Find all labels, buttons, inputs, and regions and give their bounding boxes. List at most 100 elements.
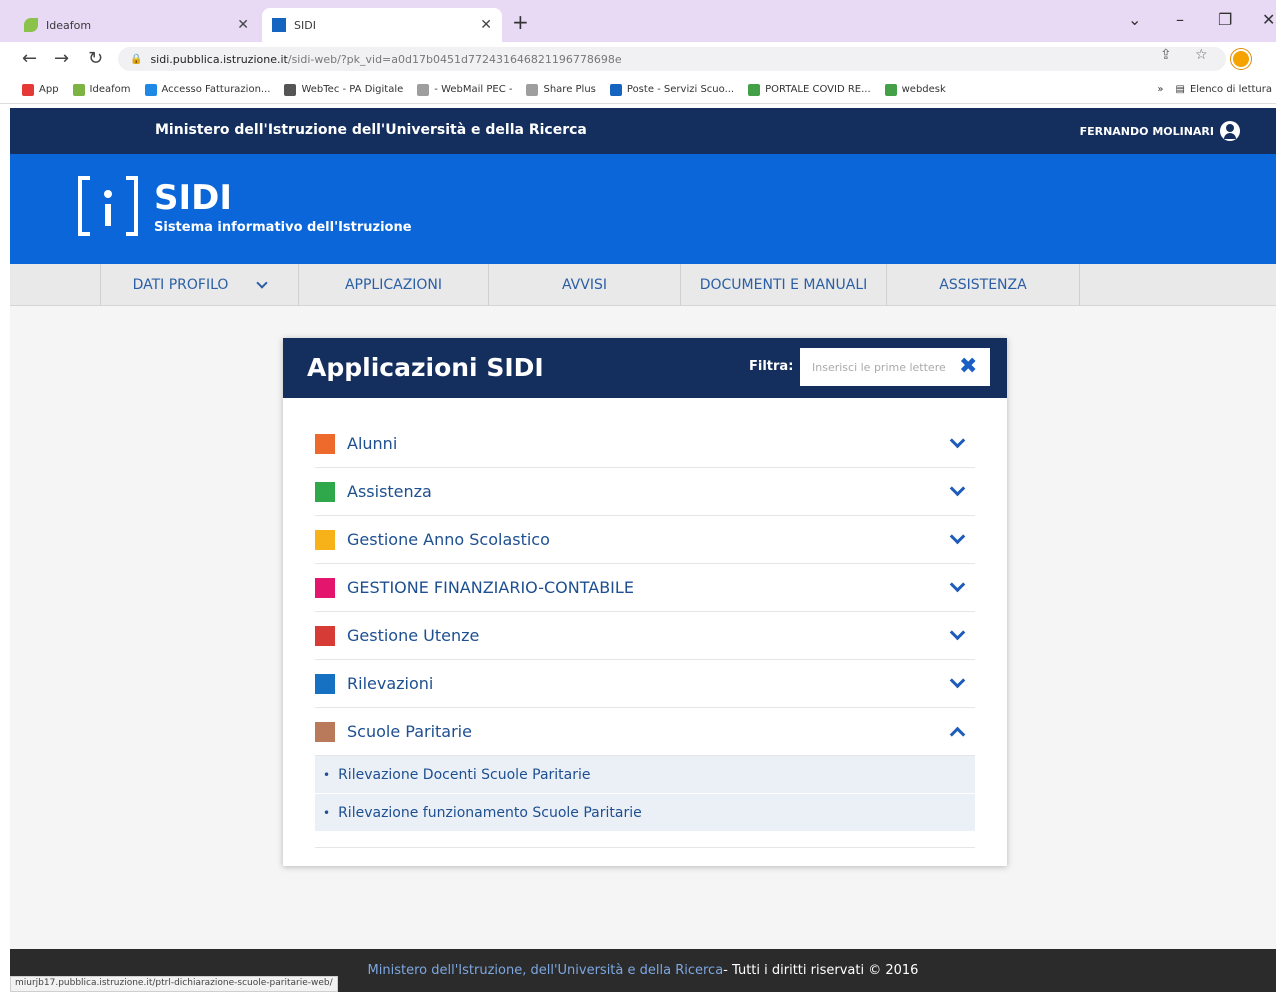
category-label: Alunni [347, 434, 398, 453]
user-icon [1220, 121, 1240, 141]
share-icon[interactable]: ⇪ [1160, 47, 1172, 63]
minimize-icon[interactable]: – [1176, 10, 1184, 29]
url-host: sidi.pubblica.istruzione.it [150, 52, 288, 66]
chevron-down-icon[interactable] [949, 432, 966, 449]
bookmark-label: App [39, 84, 59, 95]
bookmark-icon [526, 83, 539, 96]
bookmark-star-icon[interactable]: ☆ [1195, 47, 1208, 63]
subitem-label: Rilevazione funzionamento Scuole Paritar… [338, 804, 642, 821]
bookmark-icon [417, 83, 430, 96]
reading-list[interactable]: » ▤ Elenco di lettura [1157, 84, 1272, 95]
bullet-icon: • [323, 805, 331, 820]
tab-sidi[interactable]: SIDI ✕ [262, 8, 502, 42]
chevron-down-icon[interactable] [949, 624, 966, 641]
close-icon[interactable]: ✕ [480, 17, 492, 33]
applications-list: Alunni Assistenza Gestione Anno Scolastico… [315, 420, 975, 848]
bookmark-label: PORTALE COVID RE... [765, 84, 871, 95]
address-bar[interactable]: 🔒 sidi.pubblica.istruzione.it/sidi-web/?… [118, 47, 1226, 71]
bookmark-icon [748, 83, 761, 96]
reading-list-icon: ▤ [1175, 84, 1185, 95]
app-category-row[interactable]: Assistenza [315, 468, 975, 516]
category-color-square [315, 625, 335, 646]
user-name: FERNANDO MOLINARI [1079, 124, 1214, 138]
tab-search-icon[interactable]: ⌄ [1128, 10, 1141, 29]
forward-icon[interactable]: → [54, 48, 69, 69]
menu-item-label: AVVISI [562, 277, 607, 293]
bookmark-item[interactable]: WebTec - PA Digitale [284, 83, 403, 96]
bookmark-item[interactable]: webdesk [884, 83, 946, 96]
bookmark-item[interactable]: Ideafom [72, 83, 131, 96]
sidi-favicon-icon [272, 18, 286, 32]
bookmark-icon [22, 83, 34, 96]
chevron-down-icon[interactable] [949, 672, 966, 689]
reload-icon[interactable]: ↻ [88, 48, 103, 69]
sidi-logo-icon[interactable] [76, 174, 140, 238]
bookmark-icon [884, 83, 897, 96]
restore-icon[interactable]: ❐ [1218, 10, 1232, 29]
menu-item-avvisi[interactable]: AVVISI [488, 264, 680, 306]
footer-rights: - Tutti i diritti riservati © 2016 [723, 963, 919, 978]
category-color-square [315, 673, 335, 694]
bookmark-item[interactable]: Share Plus [526, 83, 596, 96]
menu-item-assistenza[interactable]: ASSISTENZA [886, 264, 1080, 306]
category-color-square [315, 481, 335, 502]
tab-ideafom[interactable]: Ideafom ✕ [14, 8, 259, 42]
bookmark-item[interactable]: Poste - Servizi Scuo... [609, 83, 735, 96]
browser-toolbar: ← → ↻ 🔒 sidi.pubblica.istruzione.it/sidi… [0, 42, 1276, 76]
bullet-icon: • [323, 767, 331, 782]
ministero-title: Ministero dell'Istruzione dell'Universit… [155, 122, 587, 138]
tab-label: SIDI [294, 18, 316, 32]
more-bookmarks-icon[interactable]: » [1157, 84, 1163, 95]
bookmark-label: Ideafom [89, 84, 131, 95]
bookmark-label: Accesso Fatturazion... [161, 84, 271, 95]
chevron-down-icon[interactable] [949, 576, 966, 593]
chevron-down-icon[interactable] [949, 480, 966, 497]
bookmarks-bar: App Ideafom Accesso Fatturazion... WebTec -… [0, 76, 1276, 104]
profile-avatar-icon[interactable] [1231, 49, 1251, 69]
new-tab-icon[interactable]: + [512, 10, 529, 34]
bookmark-icon [144, 83, 157, 96]
bookmark-item[interactable]: App [22, 83, 59, 96]
user-menu[interactable]: FERNANDO MOLINARI [1080, 121, 1240, 141]
panel-header: Applicazioni SIDI Filtra: ✖ [283, 338, 1007, 398]
back-icon[interactable]: ← [22, 48, 37, 69]
bookmark-label: Poste - Servizi Scuo... [626, 84, 735, 95]
category-color-square [315, 529, 335, 550]
category-color-square [315, 577, 335, 598]
category-label: Gestione Anno Scolastico [347, 530, 550, 549]
close-icon[interactable]: ✕ [237, 17, 249, 33]
subitem-link[interactable]: • Rilevazione Docenti Scuole Paritarie [315, 756, 975, 794]
app-category-row[interactable]: Rilevazioni [315, 660, 975, 708]
menu-item-label: DOCUMENTI E MANUALI [699, 277, 868, 293]
app-category-row[interactable]: Gestione Anno Scolastico [315, 516, 975, 564]
app-category-row[interactable]: GESTIONE FINANZIARIO-CONTABILE [315, 564, 975, 612]
category-label: Scuole Paritarie [347, 722, 472, 741]
chevron-down-icon[interactable] [949, 528, 966, 545]
clear-filter-icon[interactable]: ✖ [959, 355, 977, 379]
bookmark-item[interactable]: PORTALE COVID RE... [748, 83, 871, 96]
menu-item-label: ASSISTENZA [939, 277, 1027, 293]
window-close-icon[interactable]: ✕ [1262, 10, 1275, 29]
reading-list-label: Elenco di lettura [1189, 84, 1272, 95]
list-divider [315, 832, 975, 848]
footer-ministero-link[interactable]: Ministero dell'Istruzione, dell'Universi… [368, 963, 724, 978]
category-label: Rilevazioni [347, 674, 434, 693]
bookmark-item[interactable]: Accesso Fatturazion... [144, 83, 271, 96]
app-category-row[interactable]: Gestione Utenze [315, 612, 975, 660]
menu-item-documenti-manuali[interactable]: DOCUMENTI E MANUALI [680, 264, 886, 306]
bookmark-icon [609, 83, 622, 96]
subitem-link[interactable]: • Rilevazione funzionamento Scuole Parita… [315, 794, 975, 832]
menu-item-dati-profilo[interactable]: DATI PROFILO [100, 264, 298, 306]
url-path: /sidi-web/?pk_vid=a0d17b0451d77243164682… [287, 52, 622, 66]
menu-item-label: APPLICAZIONI [344, 277, 443, 293]
site-top-bar: Ministero dell'Istruzione dell'Universit… [10, 108, 1276, 154]
applicazioni-panel: Applicazioni SIDI Filtra: ✖ Alunni Assist… [283, 338, 1007, 866]
subitem-label: Rilevazione Docenti Scuole Paritarie [338, 766, 591, 783]
app-category-row[interactable]: Scuole Paritarie [315, 708, 975, 756]
chevron-up-icon[interactable] [949, 726, 966, 743]
app-category-row[interactable]: Alunni [315, 420, 975, 468]
bookmark-item[interactable]: - WebMail PEC - [417, 83, 512, 96]
site-header: SIDI Sistema informativo dell'Istruzione [10, 154, 1276, 264]
menu-item-applicazioni[interactable]: APPLICAZIONI [298, 264, 488, 306]
category-label: GESTIONE FINANZIARIO-CONTABILE [347, 578, 634, 597]
